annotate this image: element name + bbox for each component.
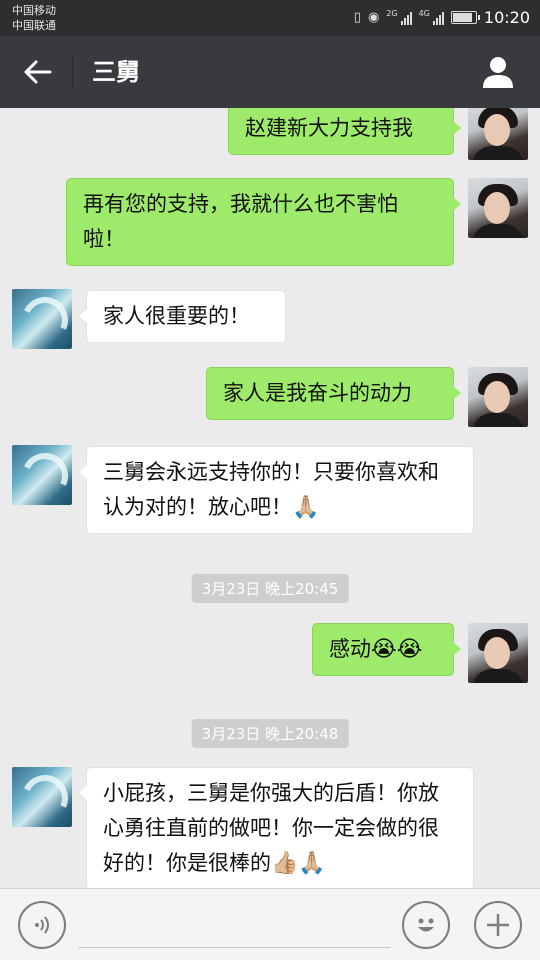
signal-icon <box>432 11 444 25</box>
message-list[interactable]: 赵建新大力支持我 再有您的支持，我就什么也不害怕啦！ 家人很重要的！ 家人是我奋… <box>0 108 540 888</box>
chat-header: 三舅 <box>0 36 540 108</box>
more-button[interactable] <box>474 901 522 949</box>
header-divider <box>72 54 73 90</box>
crying-face-emoji-icon: 😭😭 <box>371 637 423 662</box>
my-avatar[interactable] <box>468 623 528 683</box>
my-avatar[interactable] <box>468 367 528 427</box>
timestamp: 3月23日 晚上20:45 <box>191 574 349 603</box>
contact-avatar[interactable] <box>12 767 72 827</box>
carrier-1: 中国移动 <box>12 4 56 17</box>
message-text: 家人是我奋斗的动力 <box>223 381 412 405</box>
network-4g-label: 4G <box>418 9 430 18</box>
carrier-2: 中国联通 <box>12 19 56 32</box>
voice-icon <box>35 916 49 934</box>
input-bar <box>0 888 540 960</box>
back-button[interactable] <box>18 54 58 90</box>
message-bubble-outgoing[interactable]: 感动😭😭 <box>312 623 461 676</box>
my-avatar[interactable] <box>468 178 528 238</box>
contact-avatar[interactable] <box>12 445 72 505</box>
eye-icon: ◉ <box>367 10 380 25</box>
chat-info-button[interactable] <box>480 54 516 90</box>
message-bubble-outgoing[interactable]: 再有您的支持，我就什么也不害怕啦！ <box>66 178 461 266</box>
chat-title: 三舅 <box>92 58 140 86</box>
plus-icon <box>487 914 509 936</box>
message-bubble-outgoing[interactable]: 赵建新大力支持我 <box>228 108 461 155</box>
message-text: 三舅会永远支持你的！只要你喜欢和认为对的！放心吧！ <box>103 460 439 519</box>
carrier-info: 中国移动 中国联通 <box>12 3 56 33</box>
clock: 10:20 <box>483 8 530 27</box>
contact-avatar[interactable] <box>12 289 72 349</box>
text-input[interactable] <box>78 947 390 948</box>
message-text: 再有您的支持，我就什么也不害怕啦！ <box>83 192 398 251</box>
emoji-button[interactable] <box>402 901 450 949</box>
network-2g-label: 2G <box>386 9 398 18</box>
smiley-icon <box>418 918 434 932</box>
status-bar: 中国移动 中国联通 ▯ ◉ 2G 4G 10:20 <box>0 0 540 36</box>
voice-input-button[interactable] <box>18 901 66 949</box>
message-bubble-outgoing[interactable]: 家人是我奋斗的动力 <box>206 367 461 420</box>
message-text: 家人很重要的！ <box>103 304 250 328</box>
signal-icon <box>400 11 412 25</box>
folded-hands-emoji-icon: 🙏🏼 <box>292 495 320 520</box>
message-bubble-incoming[interactable]: 三舅会永远支持你的！只要你喜欢和认为对的！放心吧！🙏🏼 <box>79 446 474 534</box>
battery-icon <box>450 11 480 24</box>
message-bubble-incoming[interactable]: 家人很重要的！ <box>79 290 286 343</box>
arrow-left-icon <box>24 60 52 84</box>
thumbs-up-emoji-icon: 👍🏼🙏🏼 <box>271 851 326 876</box>
vibrate-icon: ▯ <box>353 10 361 25</box>
timestamp: 3月23日 晚上20:48 <box>191 719 349 748</box>
my-avatar[interactable] <box>468 108 528 160</box>
message-bubble-incoming[interactable]: 小屁孩，三舅是你强大的后盾！你放心勇往直前的做吧！你一定会做的很好的！你是很棒的… <box>79 767 474 888</box>
person-icon <box>483 57 513 88</box>
message-text: 赵建新大力支持我 <box>245 116 413 140</box>
status-icons: ▯ ◉ 2G 4G 10:20 <box>354 8 530 27</box>
message-text: 感动 <box>329 637 371 661</box>
